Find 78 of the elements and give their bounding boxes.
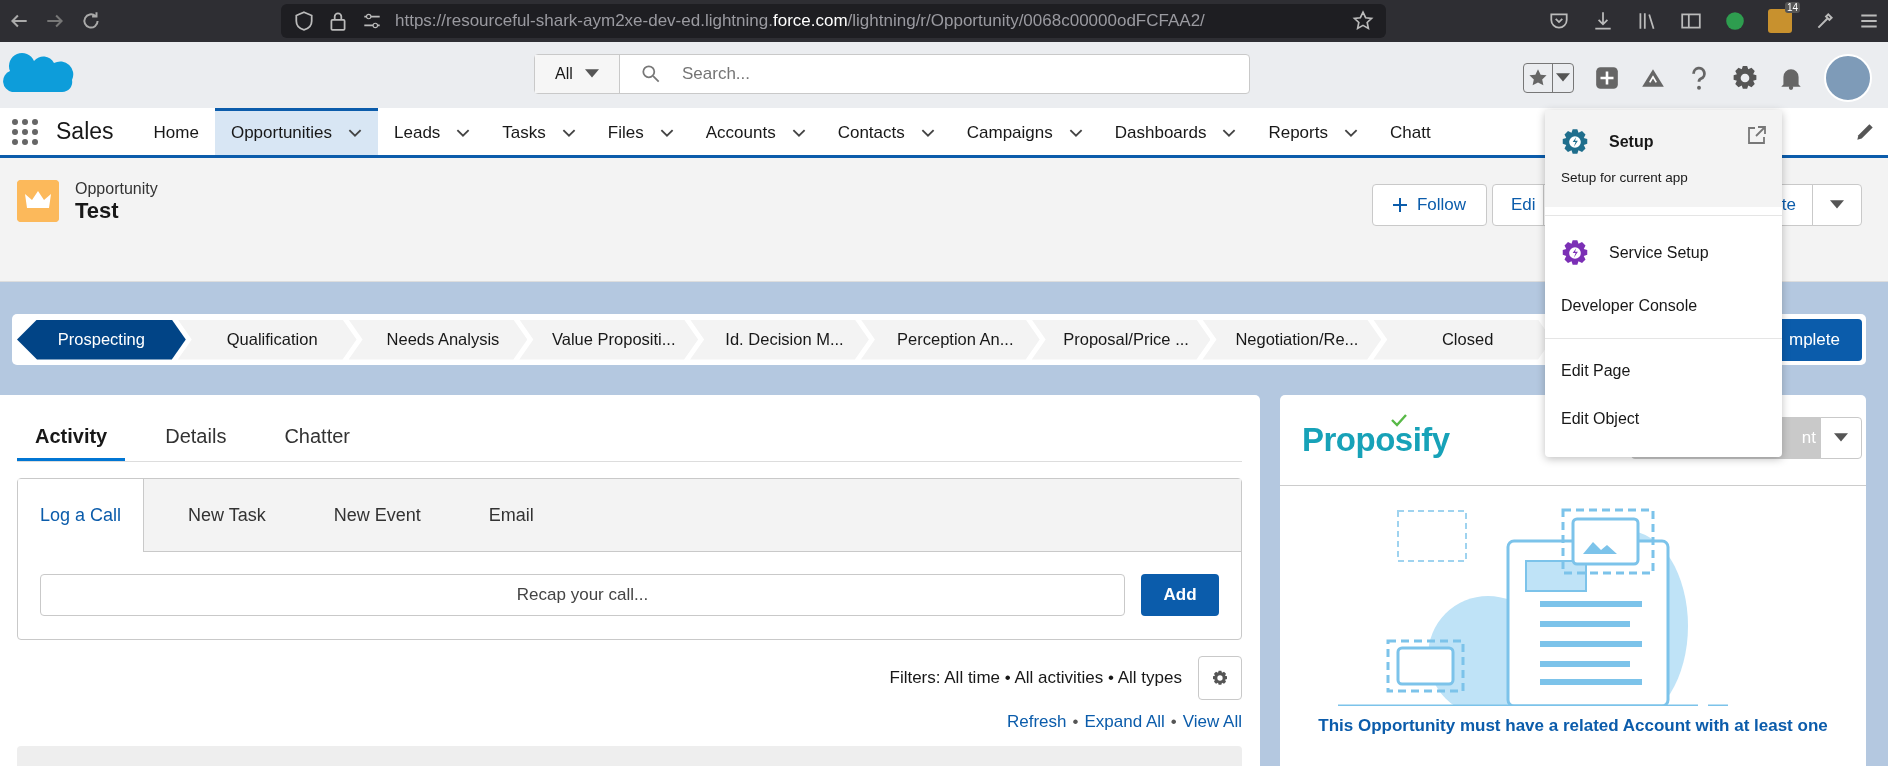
address-bar[interactable]: https://resourceful-shark-aym2xe-dev-ed.lightning.force.com/lightning/r/Opportunity/0068c00000odFCFAA2/ — [281, 4, 1386, 38]
path-stage[interactable]: Proposal/Price ... — [1031, 319, 1211, 360]
action-button[interactable]: Edi — [1492, 184, 1544, 226]
nav-tab[interactable]: Campaigns — [950, 108, 1099, 155]
favorites-button[interactable] — [1523, 63, 1574, 93]
caret-icon — [584, 69, 599, 79]
url-text: https://resourceful-shark-aym2xe-dev-ed.lightning.force.com/lightning/r/Opportunity/0068c00000odFCFAA2/ — [395, 11, 1206, 31]
composer-tab[interactable]: Email — [466, 479, 556, 551]
record-name: Test — [75, 198, 120, 224]
path-stage[interactable]: Needs Analysis — [348, 319, 528, 360]
separator-dot: • — [1072, 712, 1079, 732]
menu-item[interactable]: Setup Setup for current app — [1545, 110, 1782, 207]
path-stage[interactable]: Perception An... — [860, 319, 1040, 360]
menu-item-label: Edit Object — [1561, 410, 1640, 428]
menu-item-label: Service Setup — [1609, 244, 1709, 262]
path-stage[interactable]: Id. Decision M... — [690, 319, 869, 360]
settings-icon[interactable] — [1732, 65, 1758, 91]
nav-tab[interactable]: Leads — [378, 108, 487, 155]
settings-icon — [1212, 670, 1228, 686]
separator-dot: • — [1170, 712, 1177, 732]
nav-tab[interactable]: Contacts — [821, 108, 951, 155]
nav-tab[interactable]: Files — [591, 108, 690, 155]
link[interactable]: View All — [1182, 712, 1242, 732]
caret-icon — [1556, 73, 1570, 83]
extension-icon[interactable] — [1724, 10, 1746, 32]
dropdown-button[interactable] — [1820, 417, 1862, 459]
nav-tab[interactable]: Home — [137, 108, 215, 155]
app-launcher-icon[interactable] — [10, 117, 40, 147]
app-name: Sales — [56, 117, 115, 146]
add-button[interactable]: Add — [1141, 574, 1219, 616]
plus-icon — [1392, 198, 1407, 212]
caret-icon — [1830, 200, 1844, 210]
path-stage[interactable]: Negotiation/Re... — [1202, 319, 1382, 360]
extension-icon[interactable] — [1768, 9, 1792, 33]
avatar[interactable] — [1824, 54, 1872, 102]
menu-item[interactable]: Service Setup — [1545, 224, 1782, 282]
search-icon — [640, 63, 662, 85]
extension-badge: 14 — [1784, 2, 1800, 13]
composer-tab[interactable]: New Task — [166, 479, 288, 551]
recap-field[interactable]: Recap your call... — [40, 574, 1125, 616]
external-link-icon[interactable] — [1746, 124, 1768, 146]
account-requirement-message: This Opportunity must have a related Account with at least one — [1317, 716, 1829, 736]
tab[interactable]: Activity — [17, 425, 126, 461]
object-type-label: Opportunity — [75, 180, 158, 198]
search-field[interactable]: All Search... — [534, 54, 1250, 94]
menu-item-label: Developer Console — [1561, 297, 1698, 315]
proposify-logo: Proposify — [1302, 421, 1450, 459]
caret-icon — [1834, 433, 1848, 443]
tab[interactable]: Details — [147, 425, 245, 461]
nav-tab[interactable]: Accounts — [689, 108, 822, 155]
composer-tab[interactable]: Log a Call — [18, 479, 145, 552]
menu-item[interactable]: Edit Object — [1545, 395, 1782, 443]
nav-tab[interactable]: Opportunities — [214, 108, 379, 155]
menu-item-label: Edit Page — [1561, 362, 1631, 380]
nav-tab[interactable]: Dashboards — [1098, 108, 1253, 155]
check-icon — [1389, 413, 1408, 427]
more-actions-button[interactable] — [1812, 184, 1862, 226]
tab[interactable]: Chatter — [266, 425, 368, 461]
filters-text: Filters: All time • All activities • All types — [889, 668, 1182, 688]
path-stage[interactable]: Prospecting — [17, 319, 186, 360]
star-icon[interactable] — [1352, 10, 1374, 32]
link[interactable]: Refresh — [1007, 712, 1067, 732]
nav-tab[interactable]: Reports — [1252, 108, 1374, 155]
nav-tab[interactable]: Tasks — [486, 108, 592, 155]
link[interactable]: Expand All — [1084, 712, 1165, 732]
nav-tab[interactable]: Chatt — [1373, 108, 1447, 155]
path-stage[interactable]: Value Propositi... — [519, 319, 699, 360]
filter-settings-button[interactable] — [1198, 656, 1242, 700]
follow-button[interactable]: Follow — [1371, 184, 1487, 226]
menu-item-label: Setup — [1609, 133, 1654, 151]
search-scope-dropdown[interactable]: All — [535, 55, 620, 93]
composer-tab[interactable]: New Event — [311, 479, 443, 551]
menu-item-description: Setup for current app — [1561, 170, 1689, 185]
shield-icon — [293, 10, 315, 32]
path-stage[interactable]: Qualification — [177, 319, 357, 360]
crown-icon — [17, 180, 59, 222]
download-icon[interactable] — [1592, 10, 1614, 32]
add-icon[interactable] — [1594, 65, 1620, 91]
